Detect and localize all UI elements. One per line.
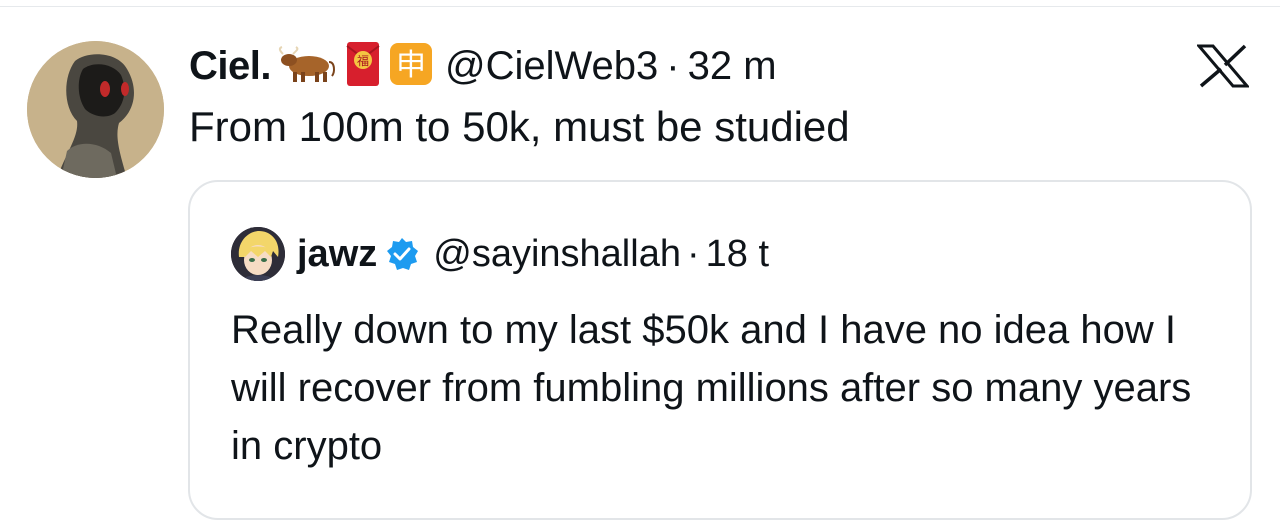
top-divider bbox=[0, 6, 1280, 7]
avatar-image bbox=[27, 41, 164, 178]
quoted-tweet-text: Really down to my last $50k and I have n… bbox=[231, 308, 1192, 468]
x-logo-icon[interactable] bbox=[1195, 44, 1251, 88]
red-envelope-icon: 福 bbox=[343, 40, 383, 93]
author-display-name[interactable]: Ciel. bbox=[189, 44, 271, 89]
svg-text:申: 申 bbox=[396, 48, 426, 83]
quoted-author-display-name[interactable]: jawz bbox=[297, 233, 377, 276]
quoted-author-handle[interactable]: @sayinshallah bbox=[433, 233, 681, 276]
quoted-tweet-timestamp[interactable]: 18 t bbox=[706, 233, 769, 276]
ox-emoji-icon bbox=[277, 44, 337, 89]
author-handle[interactable]: @CielWeb3 bbox=[445, 44, 658, 89]
quoted-meta-separator: · bbox=[686, 232, 700, 275]
quoted-author-avatar[interactable] bbox=[231, 227, 285, 281]
tweet-header: Ciel. 福 申 @CielWeb3 · 32 m bbox=[189, 36, 777, 96]
verified-badge-icon bbox=[387, 238, 419, 270]
tweet-timestamp[interactable]: 32 m bbox=[688, 44, 777, 89]
meta-separator: · bbox=[666, 43, 680, 88]
quoted-tweet-header: jawz @sayinshallah · 18 t bbox=[231, 226, 769, 282]
tweet-text: From 100m to 50k, must be studied bbox=[189, 103, 850, 150]
svg-text:福: 福 bbox=[357, 53, 369, 68]
quoted-tweet-card[interactable]: jawz @sayinshallah · 18 t Really down to… bbox=[188, 180, 1252, 520]
author-avatar[interactable] bbox=[27, 41, 164, 178]
ideograph-apply-icon: 申 bbox=[389, 42, 433, 91]
